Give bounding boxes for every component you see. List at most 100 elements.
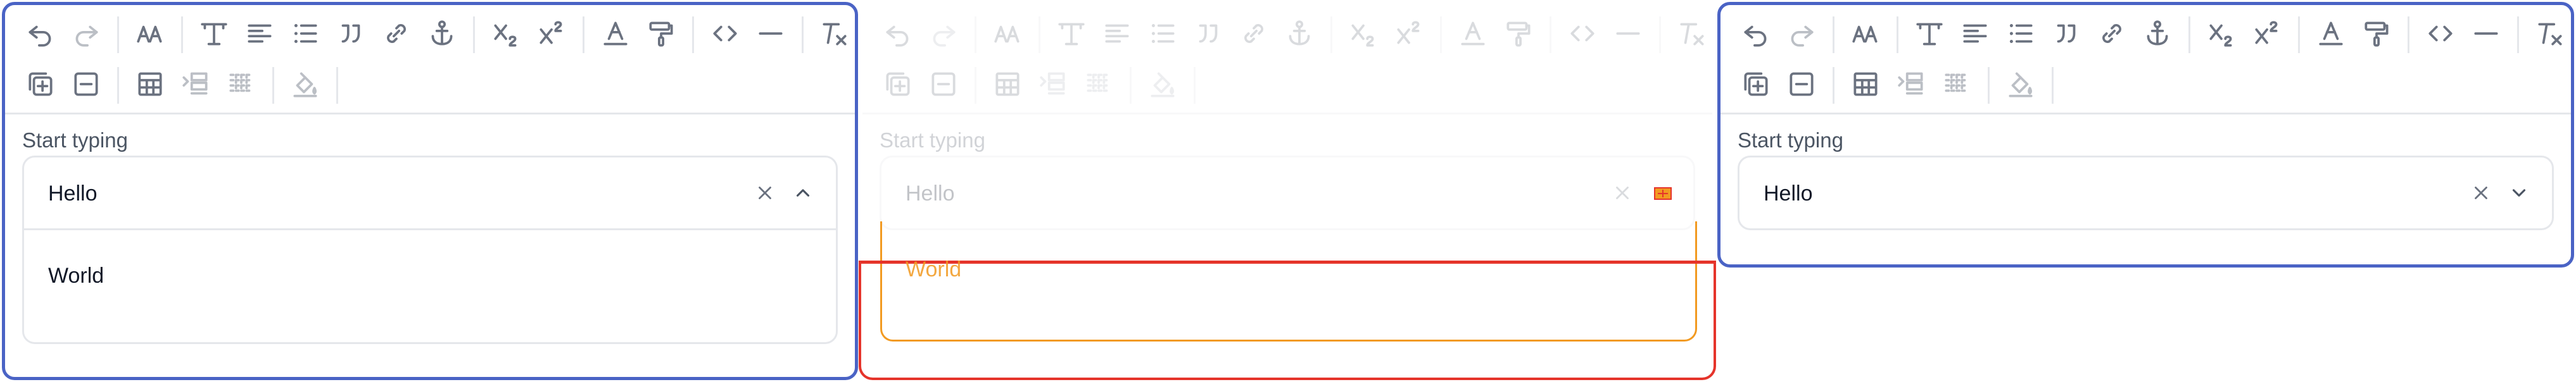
blockquote-button[interactable] xyxy=(1189,15,1228,54)
code-button[interactable] xyxy=(705,15,745,54)
link-button[interactable] xyxy=(1234,15,1273,54)
clear-formatting-button[interactable] xyxy=(1672,15,1712,54)
link-button[interactable] xyxy=(2092,15,2131,54)
paragraph-style-button[interactable] xyxy=(1052,15,1091,54)
field-label: Start typing xyxy=(1738,128,1843,152)
toolbar-separator xyxy=(1833,16,1834,53)
clear-icon[interactable] xyxy=(746,174,784,212)
insert-row-button[interactable] xyxy=(1891,66,1931,105)
superscript-button[interactable] xyxy=(532,15,571,54)
field-label: Start typing xyxy=(880,128,985,152)
superscript-icon xyxy=(1393,18,1425,52)
anchor-icon xyxy=(426,18,458,52)
paragraph-style-button[interactable] xyxy=(1910,15,1949,54)
chevron-down-icon[interactable] xyxy=(2500,174,2538,212)
bulleted-list-button[interactable] xyxy=(1143,15,1182,54)
remove-box-button[interactable] xyxy=(66,66,106,105)
anchor-icon xyxy=(1284,18,1315,52)
toolbar-separator xyxy=(1440,16,1442,53)
undo-button[interactable] xyxy=(878,15,918,54)
subscript-button[interactable] xyxy=(1344,15,1383,54)
horizontal-rule-button[interactable] xyxy=(751,15,790,54)
toolbar-row-2 xyxy=(21,63,350,108)
remove-box-button[interactable] xyxy=(924,66,963,105)
toolbar-separator xyxy=(117,16,119,53)
paint-roller-button[interactable] xyxy=(641,15,681,54)
delete-row-button[interactable] xyxy=(1079,66,1118,105)
anchor-button[interactable] xyxy=(2138,15,2177,54)
toolbar-separator xyxy=(2517,16,2519,53)
paint-roller-button[interactable] xyxy=(2357,15,2396,54)
dropdown-option[interactable]: World xyxy=(48,264,104,288)
add-box-button[interactable] xyxy=(21,66,60,105)
font-size-button[interactable] xyxy=(988,15,1027,54)
fill-color-button[interactable] xyxy=(2001,66,2040,105)
font-size-button[interactable] xyxy=(130,15,170,54)
add-box-button[interactable] xyxy=(1736,66,1776,105)
field-label: Start typing xyxy=(22,128,128,152)
combobox-divider xyxy=(24,228,836,230)
text-color-button[interactable] xyxy=(1453,15,1493,54)
toolbar-separator xyxy=(117,67,119,104)
horizontal-rule-button[interactable] xyxy=(2466,15,2506,54)
clear-formatting-button[interactable] xyxy=(815,15,854,54)
redo-button[interactable] xyxy=(924,15,963,54)
paint-roller-button[interactable] xyxy=(1499,15,1538,54)
toolbar-row-2 xyxy=(1736,63,2065,108)
superscript-button[interactable] xyxy=(1389,15,1429,54)
font-size-button[interactable] xyxy=(1846,15,1885,54)
code-button[interactable] xyxy=(1563,15,1602,54)
remove-box-button[interactable] xyxy=(1782,66,1821,105)
font-size-icon xyxy=(1850,18,1881,52)
insert-row-button[interactable] xyxy=(1033,66,1073,105)
text-color-button[interactable] xyxy=(596,15,635,54)
subscript-button[interactable] xyxy=(2202,15,2241,54)
insert-row-button[interactable] xyxy=(176,66,215,105)
redo-button[interactable] xyxy=(1782,15,1821,54)
superscript-icon xyxy=(2251,18,2283,52)
fill-color-button[interactable] xyxy=(1143,66,1182,105)
paragraph-style-button[interactable] xyxy=(194,15,234,54)
superscript-icon xyxy=(536,18,567,52)
table-button[interactable] xyxy=(130,66,170,105)
fill-color-button[interactable] xyxy=(286,66,325,105)
blockquote-button[interactable] xyxy=(2047,15,2086,54)
toolbar-separator xyxy=(1550,16,1551,53)
align-button[interactable] xyxy=(240,15,279,54)
undo-button[interactable] xyxy=(1736,15,1776,54)
subscript-button[interactable] xyxy=(486,15,526,54)
blockquote-button[interactable] xyxy=(331,15,370,54)
anchor-button[interactable] xyxy=(1280,15,1319,54)
align-button[interactable] xyxy=(1097,15,1137,54)
table-button[interactable] xyxy=(1846,66,1885,105)
chevron-up-icon[interactable] xyxy=(784,174,822,212)
combobox-value: Hello xyxy=(48,182,98,206)
code-button[interactable] xyxy=(2421,15,2460,54)
anchor-button[interactable] xyxy=(422,15,462,54)
toolbar-separator xyxy=(473,16,475,53)
toolbar-separator xyxy=(1988,67,1990,104)
toolbar-separator xyxy=(802,16,804,53)
add-box-button[interactable] xyxy=(878,66,918,105)
undo-button[interactable] xyxy=(21,15,60,54)
combobox[interactable]: Hello World xyxy=(22,156,838,344)
text-color-button[interactable] xyxy=(2311,15,2351,54)
link-button[interactable] xyxy=(377,15,416,54)
clear-formatting-button[interactable] xyxy=(2530,15,2570,54)
table-button[interactable] xyxy=(988,66,1027,105)
link-icon xyxy=(381,18,412,52)
bulleted-list-button[interactable] xyxy=(286,15,325,54)
horizontal-rule-button[interactable] xyxy=(1608,15,1648,54)
delete-row-button[interactable] xyxy=(1937,66,1976,105)
delete-row-button[interactable] xyxy=(222,66,261,105)
toolbar-separator xyxy=(975,16,976,53)
superscript-button[interactable] xyxy=(2247,15,2287,54)
clear-icon[interactable] xyxy=(2462,174,2500,212)
toolbar-separator xyxy=(2188,16,2190,53)
toolbar-separator xyxy=(1194,67,1196,104)
paragraph-style-icon xyxy=(1056,18,1087,52)
align-button[interactable] xyxy=(1955,15,1995,54)
bulleted-list-button[interactable] xyxy=(2001,15,2040,54)
combobox[interactable]: Hello xyxy=(1738,156,2554,230)
redo-button[interactable] xyxy=(66,15,106,54)
